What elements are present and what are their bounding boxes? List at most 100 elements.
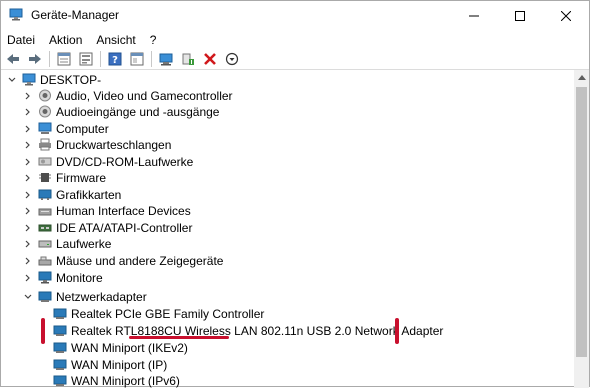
disable-button[interactable]	[224, 51, 240, 67]
chevron-right-icon[interactable]	[23, 256, 33, 266]
uninstall-button[interactable]	[202, 51, 218, 67]
mouse-icon	[38, 256, 52, 266]
chevron-right-icon[interactable]	[23, 124, 33, 134]
toolbar-separator	[100, 51, 101, 67]
tree-category-row-expanded[interactable]: Netzwerkadapter	[1, 289, 571, 305]
network-adapter-item[interactable]: Realtek PCIe GBE Family Controller	[1, 306, 571, 322]
scan-hardware-button[interactable]	[158, 51, 174, 67]
tree-category-row[interactable]: Audio, Video und Gamecontroller	[1, 88, 571, 104]
annotation-right-bar	[395, 318, 399, 344]
tree-category-row[interactable]: IDE ATA/ATAPI-Controller	[1, 220, 571, 236]
toolbar-separator	[151, 51, 152, 67]
disc-drive-icon	[38, 157, 52, 166]
menu-aktion[interactable]: Aktion	[42, 33, 89, 47]
tree-category-label: Monitore	[56, 271, 103, 285]
chevron-right-icon[interactable]	[23, 223, 33, 233]
back-button[interactable]	[5, 51, 21, 67]
speaker-icon	[39, 89, 51, 102]
menu-datei[interactable]: Datei	[1, 33, 42, 47]
chevron-right-icon[interactable]	[23, 190, 33, 200]
vertical-scrollbar[interactable]	[574, 70, 589, 388]
annotation-left-bar	[41, 318, 45, 344]
tree-category-row[interactable]: Monitore	[1, 270, 571, 286]
printer-icon	[39, 138, 51, 151]
close-icon	[561, 10, 571, 21]
tree-category-row[interactable]: Grafikkarten	[1, 187, 571, 203]
network-adapter-icon	[53, 308, 67, 319]
chevron-right-icon[interactable]	[23, 173, 33, 183]
tree-category-label: Firmware	[56, 171, 106, 185]
tree-category-label: Mäuse und andere Zeigegeräte	[56, 254, 224, 268]
tree-root-row[interactable]: DESKTOP-	[1, 72, 571, 88]
tree-category-label: Audio, Video und Gamecontroller	[56, 89, 233, 103]
minimize-icon	[469, 15, 479, 16]
tree-category-row[interactable]: DVD/CD-ROM-Laufwerke	[1, 154, 571, 170]
tree-category-row[interactable]: Laufwerke	[1, 236, 571, 252]
scroll-thumb[interactable]	[576, 87, 587, 357]
hid-icon	[38, 208, 52, 216]
display-adapter-icon	[38, 189, 52, 200]
tree-category-label: Audioeingänge und -ausgänge	[56, 105, 220, 119]
chevron-right-icon[interactable]	[23, 206, 33, 216]
device-manager-window: Geräte-Manager Datei Aktion Ansicht ? ? …	[0, 0, 590, 388]
device-manager-icon	[9, 8, 23, 21]
forward-button[interactable]	[27, 51, 43, 67]
network-adapter-item[interactable]: WAN Miniport (IPv6)	[1, 373, 571, 388]
chevron-right-icon[interactable]	[23, 157, 33, 167]
computer-icon	[38, 122, 52, 134]
console-icon	[130, 52, 144, 66]
properties-button[interactable]	[56, 51, 72, 67]
chip-icon	[39, 173, 51, 182]
tree-category-row[interactable]: Audioeingänge und -ausgänge	[1, 104, 571, 120]
network-adapter-icon	[53, 325, 67, 336]
chevron-right-icon[interactable]	[23, 91, 33, 101]
tree-category-label: DVD/CD-ROM-Laufwerke	[56, 155, 194, 169]
title-bar[interactable]: Geräte-Manager	[1, 1, 589, 30]
toolbar: ?	[1, 49, 589, 69]
help-button[interactable]: ?	[107, 51, 123, 67]
uninstall-icon	[204, 53, 216, 65]
network-adapter-icon	[53, 342, 67, 353]
network-adapter-item[interactable]: Realtek RTL8188CU Wireless LAN 802.11n U…	[1, 323, 571, 339]
tree-category-row[interactable]: Druckwarteschlangen	[1, 137, 571, 153]
chevron-right-icon[interactable]	[23, 239, 33, 249]
minimize-button[interactable]	[451, 1, 497, 30]
network-adapter-item[interactable]: WAN Miniport (IP)	[1, 357, 571, 373]
tree-category-row[interactable]: Computer	[1, 121, 571, 137]
update-driver-button[interactable]	[180, 51, 196, 67]
network-adapter-label: WAN Miniport (IP)	[71, 358, 168, 372]
maximize-icon	[515, 10, 525, 21]
console-button[interactable]	[129, 51, 145, 67]
device-tree[interactable]: DESKTOP- Audio, Video und Gamecontroller…	[1, 70, 574, 388]
close-button[interactable]	[543, 1, 589, 30]
scan-hardware-icon	[159, 53, 173, 66]
network-adapter-label: Realtek RTL8188CU Wireless LAN 802.11n U…	[71, 324, 444, 338]
network-adapter-label: WAN Miniport (IKEv2)	[71, 341, 188, 355]
tree-category-row[interactable]: Human Interface Devices	[1, 203, 571, 219]
disable-icon	[225, 52, 239, 66]
maximize-button[interactable]	[497, 1, 543, 30]
chevron-down-icon[interactable]	[7, 75, 17, 85]
annotation-underline	[129, 336, 229, 339]
tree-category-label: Grafikkarten	[56, 188, 122, 202]
drive-icon	[38, 240, 52, 248]
chevron-right-icon[interactable]	[23, 140, 33, 150]
network-icon	[38, 291, 52, 302]
menu-ansicht[interactable]: Ansicht	[89, 33, 142, 47]
network-adapter-item[interactable]: WAN Miniport (IKEv2)	[1, 340, 571, 356]
show-hidden-button[interactable]	[78, 51, 94, 67]
chevron-down-icon[interactable]	[23, 292, 33, 302]
network-adapter-label: Realtek PCIe GBE Family Controller	[71, 307, 265, 321]
tree-category-row[interactable]: Firmware	[1, 170, 571, 186]
chevron-right-icon[interactable]	[23, 107, 33, 117]
network-adapter-icon	[53, 375, 67, 386]
chevron-right-icon[interactable]	[23, 273, 33, 283]
toolbar-separator	[49, 51, 50, 67]
tree-category-row[interactable]: Mäuse und andere Zeigegeräte	[1, 253, 571, 269]
forward-icon	[29, 54, 41, 64]
svg-text:?: ?	[112, 55, 118, 66]
menu-bar: Datei Aktion Ansicht ?	[1, 30, 589, 49]
tree-category-label: Laufwerke	[56, 237, 112, 251]
scroll-up-button[interactable]	[574, 70, 589, 85]
menu-help[interactable]: ?	[143, 33, 164, 47]
